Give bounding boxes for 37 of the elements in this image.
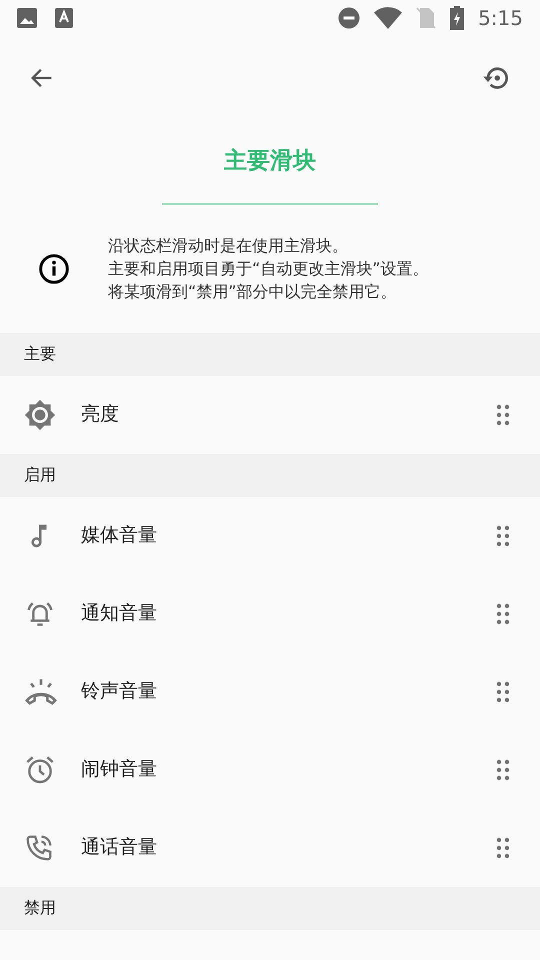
drag-handle-icon[interactable] — [496, 758, 510, 780]
do-not-disturb-icon — [338, 7, 360, 29]
drag-handle-icon[interactable] — [496, 836, 510, 858]
section-header: 禁用 — [0, 886, 540, 930]
slider-label: 通知音量 — [81, 601, 158, 626]
alarm-clock-icon — [24, 754, 56, 786]
page-title: 主要滑块 — [224, 147, 316, 176]
info-text: 沿状态栏滑动时是在使用主滑块。 — [108, 235, 349, 257]
info-text: 主要和启用项目勇于“自动更改主滑块”设置。 — [108, 258, 429, 280]
slider-item[interactable]: 媒体音量 — [0, 496, 540, 574]
slider-label: 亮度 — [81, 402, 120, 428]
slider-item[interactable]: 铃声音量 — [0, 652, 540, 730]
battery-charging-icon — [450, 6, 464, 30]
slider-label: 铃声音量 — [81, 679, 158, 704]
brightness-icon — [24, 398, 56, 430]
slider-label: 通话音量 — [81, 835, 158, 860]
info-icon — [38, 252, 70, 284]
section-header: 启用 — [0, 454, 540, 496]
slider-label: 媒体音量 — [81, 523, 158, 548]
image-icon — [17, 8, 37, 28]
no-sim-icon — [416, 7, 436, 29]
font-icon — [55, 8, 73, 28]
slider-item[interactable]: 亮度 — [0, 376, 540, 454]
wifi-icon — [374, 7, 402, 29]
ringing-phone-icon — [24, 676, 58, 706]
phone-call-icon — [24, 832, 54, 862]
info-text: 将某项滑到“禁用”部分中以完全禁用它。 — [108, 281, 398, 303]
slider-item[interactable]: 通知音量 — [0, 574, 540, 652]
slider-label: 闹钟音量 — [81, 757, 158, 782]
drag-handle-icon[interactable] — [496, 404, 510, 426]
section-header: 主要 — [0, 332, 540, 376]
drag-handle-icon[interactable] — [496, 524, 510, 546]
slider-item[interactable]: 闹钟音量 — [0, 730, 540, 808]
drag-handle-icon[interactable] — [496, 602, 510, 624]
status-time: 5:15 — [478, 5, 523, 32]
slider-item[interactable]: 通话音量 — [0, 808, 540, 886]
drag-handle-icon[interactable] — [496, 680, 510, 702]
